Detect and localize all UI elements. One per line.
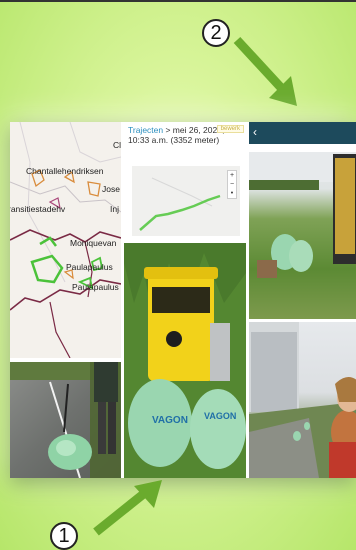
map-tile[interactable]: Chantallehendriksen Jose ransitiestadehv… — [10, 122, 121, 358]
phone-top-bar: ‹ — [249, 122, 356, 144]
minus-icon[interactable]: − — [228, 180, 236, 189]
photo-woman-street — [249, 322, 356, 478]
map-label: Chantallehendriksen — [26, 166, 104, 176]
photo-collage: Chantallehendriksen Jose ransitiestadehv… — [10, 122, 356, 478]
plus-icon[interactable]: + — [228, 171, 236, 180]
trajecten-link[interactable]: Trajecten — [128, 125, 163, 135]
map-label: Paulapaulus — [72, 282, 119, 292]
zoom-control: + − • — [227, 170, 237, 199]
photo-bin-scene: VAGON VAGON — [124, 243, 246, 478]
photo-road-scene — [10, 362, 121, 478]
callout-1: 1 — [50, 522, 78, 550]
phone-photo-screen: ‹ — [249, 122, 356, 319]
dot-icon[interactable]: • — [228, 189, 236, 198]
map-label: Moniquevan — [70, 238, 117, 248]
arrow-pointer-2 — [233, 36, 297, 106]
bag-print: VAGON — [204, 411, 236, 421]
photo-billboard-scene — [249, 152, 356, 278]
photo-street-scene — [249, 322, 356, 478]
traject-mini-map[interactable]: + − • — [132, 166, 240, 236]
edit-badge[interactable]: bewerk — [216, 125, 244, 133]
bag-print: VAGON — [152, 415, 188, 426]
photo-person-with-bag — [10, 362, 121, 478]
traject-route — [139, 177, 221, 231]
chevron-left-icon[interactable]: ‹ — [253, 125, 257, 139]
traject-detail-screen: Trajecten > mei 26, 2021, 10:33 a.m. (33… — [124, 122, 246, 240]
map-label: Jose — [102, 184, 120, 194]
map-label: Cl — [113, 140, 121, 150]
map-label: Paulapaulus — [66, 262, 113, 272]
photo-bags-by-billboard — [249, 152, 356, 319]
arrow-pointer-1 — [93, 480, 162, 536]
photo-bin-with-bags: VAGON VAGON — [124, 243, 246, 478]
map-label: ransitiestadehv — [10, 204, 66, 214]
map-label: Inj — [110, 204, 119, 214]
